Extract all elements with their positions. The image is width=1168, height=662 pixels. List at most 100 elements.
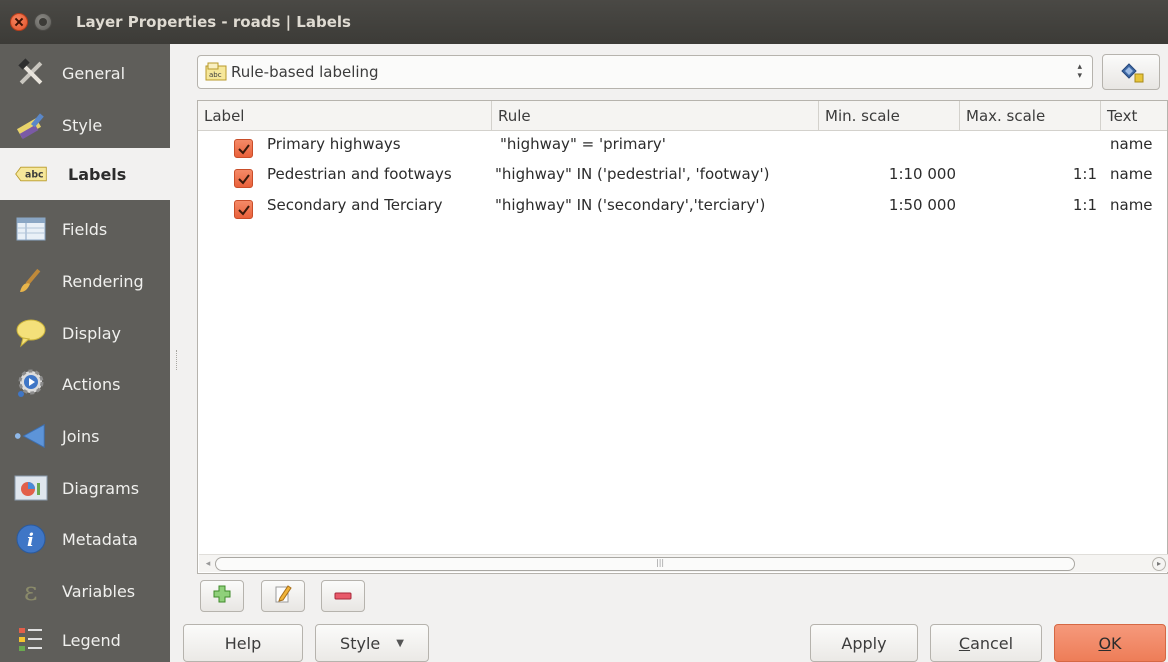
sidebar-item-general[interactable]: General: [0, 47, 170, 99]
sidebar-item-display[interactable]: Display: [0, 307, 170, 359]
cell-min-scale: 1:50 000: [888, 196, 956, 214]
table-header: Label Rule Min. scale Max. scale Text: [198, 101, 1167, 131]
sidebar-item-fields[interactable]: Fields: [0, 203, 170, 255]
help-button-label: Help: [224, 633, 262, 653]
ok-button-label: OK: [1098, 633, 1122, 653]
sidebar-item-label: Metadata: [62, 529, 138, 549]
cell-label: Secondary and Terciary: [267, 196, 443, 214]
scroll-right-icon[interactable]: ▸: [1152, 557, 1166, 571]
edit-pencil-icon: [274, 584, 292, 608]
horizontal-scrollbar[interactable]: ◂ ||| ▸: [199, 554, 1168, 572]
minus-icon: [334, 587, 352, 605]
sidebar-item-label: Legend: [62, 630, 121, 650]
cell-text: name: [1110, 196, 1153, 214]
sidebar-item-diagrams[interactable]: Diagrams: [0, 462, 170, 514]
remove-rule-button[interactable]: [321, 580, 365, 612]
sidebar-item-label: Joins: [62, 426, 100, 446]
sidebar-item-label: Rendering: [62, 271, 144, 291]
cancel-button[interactable]: Cancel: [930, 624, 1042, 662]
svg-text:ε: ε: [24, 577, 37, 607]
column-header-min-scale[interactable]: Min. scale: [819, 101, 960, 131]
apply-button[interactable]: Apply: [810, 624, 918, 662]
cell-rule: "highway" IN ('secondary','terciary'): [495, 196, 766, 214]
svg-text:abc: abc: [25, 169, 44, 180]
splitter-handle[interactable]: [176, 350, 178, 370]
window-title: Layer Properties - roads | Labels: [76, 13, 351, 31]
sidebar-item-actions[interactable]: Actions: [0, 358, 170, 410]
paintbrush-icon: [14, 108, 48, 142]
speech-bubble-icon: [14, 316, 48, 350]
sidebar-item-label: Style: [62, 115, 103, 135]
add-rule-button[interactable]: [200, 580, 244, 612]
sidebar-item-metadata[interactable]: i Metadata: [0, 513, 170, 565]
scroll-left-icon[interactable]: ◂: [201, 557, 215, 571]
svg-text:i: i: [27, 530, 34, 551]
scrollbar-thumb[interactable]: |||: [215, 557, 1075, 571]
edit-rule-button[interactable]: [261, 580, 305, 612]
cell-rule: "highway" = 'primary': [500, 135, 666, 153]
rule-labeling-icon: abc: [205, 62, 227, 82]
plus-icon: [213, 585, 231, 607]
style-menu-button[interactable]: Style ▼: [315, 624, 429, 662]
sidebar-item-labels[interactable]: abc Labels: [0, 148, 170, 200]
labeling-mode-combobox[interactable]: abc Rule-based labeling ▴ ▾: [197, 55, 1093, 89]
column-header-text[interactable]: Text: [1101, 101, 1167, 131]
rule-checkbox[interactable]: [234, 200, 253, 219]
cancel-button-label: Cancel: [958, 633, 1014, 653]
dropdown-arrow-icon: ▼: [396, 637, 404, 649]
sidebar-item-variables[interactable]: ε Variables: [0, 565, 170, 617]
abc-label-icon: abc: [14, 157, 48, 191]
title-bar: Layer Properties - roads | Labels: [0, 0, 1168, 44]
rules-table: Label Rule Min. scale Max. scale Text Pr…: [197, 100, 1168, 574]
sidebar-item-label: Display: [62, 323, 121, 343]
grip-icon: |||: [656, 558, 665, 567]
style-button-label: Style: [340, 633, 381, 653]
close-window-button[interactable]: [10, 13, 28, 31]
style-manager-icon: [1120, 62, 1144, 88]
cell-rule: "highway" IN ('pedestrial', 'footway'): [495, 165, 770, 183]
rule-checkbox[interactable]: [234, 169, 253, 188]
sidebar-item-label: Fields: [62, 219, 108, 239]
sidebar-item-label: Labels: [68, 164, 127, 184]
legend-list-icon: [14, 623, 48, 657]
hammer-wrench-icon: [14, 56, 48, 90]
sidebar-item-style[interactable]: Style: [0, 99, 170, 151]
cell-text: name: [1110, 135, 1153, 153]
table-row[interactable]: Pedestrian and footways "highway" IN ('p…: [198, 160, 1167, 190]
help-button[interactable]: Help: [183, 624, 303, 662]
sidebar-item-joins[interactable]: Joins: [0, 410, 170, 462]
info-icon: i: [14, 522, 48, 556]
sidebar-item-label: Actions: [62, 374, 121, 394]
table-row[interactable]: Secondary and Terciary "highway" IN ('se…: [198, 191, 1167, 221]
column-header-max-scale[interactable]: Max. scale: [960, 101, 1101, 131]
gear-play-icon: [14, 367, 48, 401]
sidebar-item-label: General: [62, 63, 126, 83]
column-header-rule[interactable]: Rule: [492, 101, 819, 131]
sidebar: General Style abc Labels Fields Renderin…: [0, 44, 170, 662]
diagram-chart-icon: [14, 471, 48, 505]
cell-label: Primary highways: [267, 135, 401, 153]
cell-text: name: [1110, 165, 1153, 183]
style-manager-button[interactable]: [1102, 54, 1160, 90]
apply-button-label: Apply: [841, 633, 887, 653]
joins-arrow-icon: [14, 419, 48, 453]
cell-label: Pedestrian and footways: [267, 165, 452, 183]
labeling-mode-value: Rule-based labeling: [231, 63, 379, 81]
ok-button[interactable]: OK: [1054, 624, 1166, 662]
cell-max-scale: 1:1: [1072, 196, 1097, 214]
cell-max-scale: 1:1: [1072, 165, 1097, 183]
cell-min-scale: 1:10 000: [888, 165, 956, 183]
sidebar-item-label: Variables: [62, 581, 136, 601]
up-down-arrow-icon: ▴ ▾: [1077, 62, 1082, 81]
sidebar-item-rendering[interactable]: Rendering: [0, 255, 170, 307]
table-row[interactable]: Primary highways "highway" = 'primary' n…: [198, 130, 1167, 160]
column-header-label[interactable]: Label: [198, 101, 492, 131]
sidebar-item-legend[interactable]: Legend: [0, 614, 170, 662]
svg-text:abc: abc: [209, 71, 222, 79]
table-fields-icon: [14, 212, 48, 246]
paint-brush-icon: [14, 264, 48, 298]
minimize-window-button[interactable]: [34, 13, 52, 31]
sidebar-item-label: Diagrams: [62, 478, 140, 498]
rule-checkbox[interactable]: [234, 139, 253, 158]
epsilon-icon: ε: [14, 574, 48, 608]
